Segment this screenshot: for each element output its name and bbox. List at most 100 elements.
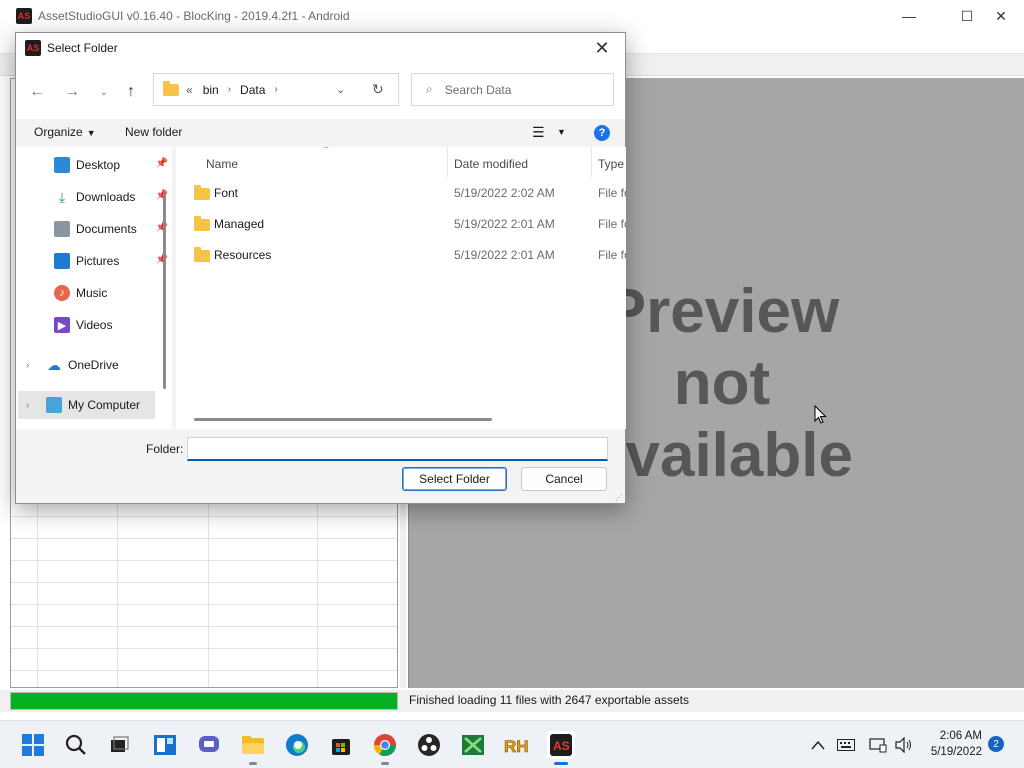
widgets-icon[interactable] xyxy=(151,731,179,759)
network-icon[interactable] xyxy=(866,731,890,759)
keyboard-icon[interactable] xyxy=(834,731,858,759)
organize-button[interactable]: Organize ▼ xyxy=(34,125,96,139)
assetstudio-app-icon: AS xyxy=(16,8,32,24)
nav-item-downloads[interactable]: ⤓ Downloads 📌 xyxy=(16,183,172,211)
folder-icon xyxy=(194,185,210,200)
search-icon[interactable] xyxy=(62,731,90,759)
teams-chat-icon[interactable] xyxy=(195,731,223,759)
pin-icon: 📌 xyxy=(155,158,168,169)
breadcrumb-data[interactable]: Data xyxy=(240,83,265,97)
svg-text:AS: AS xyxy=(553,739,570,753)
column-header-type[interactable]: Type xyxy=(598,157,624,171)
downloads-icon: ⤓ xyxy=(58,188,66,205)
select-folder-button[interactable]: Select Folder xyxy=(402,467,507,491)
nav-item-desktop[interactable]: Desktop 📌 xyxy=(16,151,172,179)
address-bar[interactable]: « bin › Data › ⌄ ↻ xyxy=(153,73,399,106)
documents-icon xyxy=(54,221,70,237)
address-folder-icon xyxy=(163,80,179,96)
nav-item-my-computer[interactable]: › My Computer xyxy=(18,391,155,419)
onedrive-icon: ☁ xyxy=(47,356,61,373)
running-indicator xyxy=(381,762,389,765)
new-folder-button[interactable]: New folder xyxy=(125,125,182,139)
folder-icon xyxy=(194,216,210,231)
task-view-icon[interactable] xyxy=(105,731,133,759)
minimize-button[interactable]: — xyxy=(886,0,932,32)
view-options-icon[interactable]: ☰ xyxy=(532,124,545,141)
nav-item-onedrive[interactable]: › ☁ OneDrive xyxy=(16,351,172,379)
clock-date[interactable]: 5/19/2022 xyxy=(920,746,982,758)
select-folder-dialog: AS Select Folder ✕ ← → ⌄ ↑ « bin › Data … xyxy=(15,32,626,504)
nav-item-videos[interactable]: ▶ Videos xyxy=(16,311,172,339)
file-row[interactable]: Managed 5/19/2022 2:01 AM File fo xyxy=(176,210,626,238)
breadcrumb-chevron-icon[interactable]: › xyxy=(228,84,231,95)
view-options-chevron-down-icon[interactable]: ▼ xyxy=(557,127,566,137)
tray-chevron-up-icon[interactable] xyxy=(806,731,830,759)
chrome-icon[interactable] xyxy=(371,731,399,759)
mouse-cursor-icon xyxy=(814,404,827,428)
edge-icon[interactable] xyxy=(283,731,311,759)
search-icon: ⌕ xyxy=(426,82,433,96)
progress-bar-fill xyxy=(11,693,397,709)
pictures-icon xyxy=(54,253,70,269)
desktop-icon xyxy=(54,157,70,173)
music-icon: ♪ xyxy=(54,285,70,301)
horizontal-scrollbar[interactable] xyxy=(194,418,492,421)
file-list: Name ⌃ Date modified Type Font 5/19/2022… xyxy=(176,147,626,429)
sort-ascending-icon: ⌃ xyxy=(322,147,331,156)
volume-icon[interactable] xyxy=(892,731,916,759)
pin-icon: 📌 xyxy=(155,222,168,233)
videos-icon: ▶ xyxy=(54,317,70,333)
navigation-scrollbar[interactable] xyxy=(163,193,166,389)
dialog-titlebar: AS Select Folder ✕ xyxy=(16,33,625,63)
recent-locations-chevron-icon[interactable]: ⌄ xyxy=(92,81,116,103)
store-icon[interactable] xyxy=(327,731,355,759)
assetstudio-icon[interactable]: AS xyxy=(547,731,575,759)
computer-icon xyxy=(46,397,62,413)
column-header-date[interactable]: Date modified xyxy=(454,157,528,171)
dialog-app-icon: AS xyxy=(25,40,41,56)
address-dropdown-chevron-icon[interactable]: ⌄ xyxy=(336,83,345,96)
obs-icon[interactable] xyxy=(415,731,443,759)
folder-icon xyxy=(194,247,210,262)
close-window-button[interactable]: ✕ xyxy=(978,0,1024,32)
dialog-close-button[interactable]: ✕ xyxy=(579,33,625,63)
breadcrumb-chevron-icon[interactable]: › xyxy=(274,84,277,95)
nav-item-music[interactable]: ♪ Music xyxy=(16,279,172,307)
cancel-button[interactable]: Cancel xyxy=(521,467,607,491)
svg-text:RH: RH xyxy=(504,737,529,756)
app-title: AssetStudioGUI v0.16.40 - BlocKing - 201… xyxy=(38,9,350,23)
active-indicator xyxy=(554,762,568,765)
navigation-pane: Desktop 📌 ⤓ Downloads 📌 Documents 📌 Pict… xyxy=(16,147,172,429)
search-placeholder: Search Data xyxy=(444,82,512,97)
start-icon[interactable] xyxy=(19,731,47,759)
clock-time[interactable]: 2:06 AM xyxy=(920,730,982,742)
resize-grip-icon[interactable]: ⋰ xyxy=(615,494,623,502)
running-indicator xyxy=(249,762,257,765)
file-explorer-icon[interactable] xyxy=(239,731,267,759)
organize-chevron-down-icon: ▼ xyxy=(86,128,96,138)
nav-item-pictures[interactable]: Pictures 📌 xyxy=(16,247,172,275)
back-button[interactable]: ← xyxy=(25,81,49,103)
expand-chevron-icon[interactable]: › xyxy=(26,400,46,411)
folder-input[interactable] xyxy=(187,437,608,461)
breadcrumb-bin[interactable]: bin xyxy=(203,83,219,97)
rh-icon[interactable]: RH xyxy=(503,731,531,759)
progress-bar xyxy=(10,692,398,710)
nav-item-documents[interactable]: Documents 📌 xyxy=(16,215,172,243)
expand-chevron-icon[interactable]: › xyxy=(26,360,46,371)
column-header-name[interactable]: Name xyxy=(206,157,238,171)
spreadsheet-icon[interactable] xyxy=(459,731,487,759)
refresh-icon[interactable]: ↻ xyxy=(372,81,384,98)
dialog-title: Select Folder xyxy=(47,41,118,55)
pin-icon: 📌 xyxy=(155,190,168,201)
file-row[interactable]: Resources 5/19/2022 2:01 AM File fo xyxy=(176,241,626,269)
help-icon[interactable]: ? xyxy=(594,125,610,141)
address-overflow[interactable]: « xyxy=(186,83,193,97)
notification-badge[interactable]: 2 xyxy=(988,736,1004,752)
file-row[interactable]: Font 5/19/2022 2:02 AM File fo xyxy=(176,179,626,207)
pin-icon: 📌 xyxy=(155,254,168,265)
up-button[interactable]: ↑ xyxy=(119,81,143,103)
search-box[interactable]: ⌕ Search Data xyxy=(411,73,614,106)
taskbar: RH AS 2:06 AM 5/19/2022 xyxy=(0,720,1024,768)
forward-button[interactable]: → xyxy=(60,81,84,103)
